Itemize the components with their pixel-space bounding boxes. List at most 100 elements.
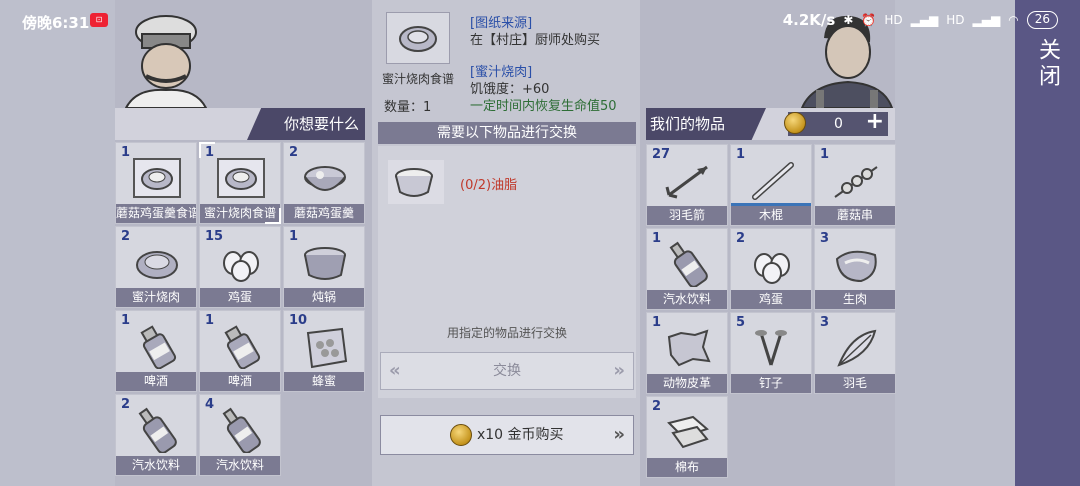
exchange-label: 交换 <box>493 363 521 379</box>
item-quantity: 2 <box>736 231 746 246</box>
wanted-item-slot[interactable]: 10 蜂蜜 <box>283 310 365 392</box>
recipe-quantity: 数量：1 <box>384 100 432 115</box>
item-name: 生肉 <box>815 290 895 309</box>
eggs-icon <box>754 253 790 284</box>
add-coins-button[interactable]: + <box>866 110 884 134</box>
wanted-item-slot[interactable]: 2 蜜汁烧肉 <box>115 226 197 308</box>
soda-bottle-icon <box>669 241 708 287</box>
wanted-item-slot[interactable]: 4 汽水饮料 <box>199 394 281 476</box>
roast-meat-icon <box>136 251 178 279</box>
item-name: 汽水饮料 <box>647 290 727 309</box>
item-name: 羽毛 <box>815 374 895 393</box>
beer-bottle-icon <box>140 325 177 369</box>
item-quantity: 5 <box>736 315 746 330</box>
item-name: 汽水饮料 <box>116 456 196 475</box>
buy-with-coins-button[interactable]: x10 金币购买 » <box>380 415 634 455</box>
background-right <box>895 0 1020 486</box>
status-time: 傍晚6:31 <box>22 14 90 32</box>
our-item-slot[interactable]: 3 生肉 <box>814 228 896 310</box>
hd2-icon: HD <box>946 13 965 27</box>
exchange-button[interactable]: « 交换 » <box>380 352 634 390</box>
honeycomb-icon <box>306 327 348 369</box>
our-item-slot[interactable]: 1 动物皮革 <box>646 312 728 394</box>
bluetooth-icon: ✱ <box>843 13 854 27</box>
coin-icon <box>450 424 473 446</box>
wanted-item-slot[interactable]: 15 鸡蛋 <box>199 226 281 308</box>
item-name: 钉子 <box>731 374 811 393</box>
wanted-item-slot[interactable]: 1 啤酒 <box>115 310 197 392</box>
our-items-title: 我们的物品 <box>646 108 766 140</box>
our-item-slot[interactable]: 2 棉布 <box>646 396 728 478</box>
nails-icon <box>755 330 787 366</box>
recipe-scroll-icon <box>217 158 265 198</box>
recipe-scroll-icon <box>133 158 181 198</box>
status-icons: 4.2K/s ✱ ⏰ HD ▂▄▆ HD ▂▄▆ ◠ 26 <box>783 11 1058 29</box>
chevron-right-icon: » <box>613 424 625 445</box>
close-button[interactable]: 关闭 <box>1033 38 1063 108</box>
our-items-header: 我们的物品 0 + <box>646 108 895 140</box>
requirement-header: 需要以下物品进行交换 <box>378 122 636 144</box>
background-left <box>0 0 115 486</box>
trade-detail-panel: 蜜汁烧肉食谱 数量：1 [图纸来源] 在【村庄】厨师处购买 [蜜汁烧肉] 饥饿度… <box>372 0 640 486</box>
wanted-items-title: 你想要什么 <box>247 108 365 140</box>
item-quantity: 1 <box>121 313 131 328</box>
wanted-items-grid: 1 蘑菇鸡蛋羹食谱 1 蜜汁烧肉食谱 2 蘑菇鸡蛋羹 2 蜜汁烧肉 15 鸡蛋 1 炖锅 1 啤酒 1 啤酒 1… <box>115 142 365 476</box>
item-quantity: 2 <box>652 399 662 414</box>
net-speed: 4.2K/s <box>782 11 836 29</box>
app-notification-icon: ⊡ <box>90 13 108 27</box>
item-name: 蘑菇鸡蛋羹食谱 <box>116 204 196 223</box>
hd-icon: HD <box>884 13 903 27</box>
our-item-slot[interactable]: 3 羽毛 <box>814 312 896 394</box>
item-quantity: 3 <box>820 315 830 330</box>
item-quantity: 4 <box>205 397 215 412</box>
item-quantity: 1 <box>205 145 215 160</box>
item-quantity: 1 <box>652 231 662 246</box>
grease-icon <box>388 160 444 204</box>
leather-icon <box>667 329 711 367</box>
soda-bottle-icon <box>222 407 261 453</box>
our-item-slot[interactable]: 2 鸡蛋 <box>730 228 812 310</box>
item-quantity: 1 <box>289 229 299 244</box>
item-quantity: 2 <box>121 397 131 412</box>
item-name: 蜂蜜 <box>284 372 364 391</box>
alarm-icon: ⏰ <box>861 13 877 27</box>
item-name: 蘑菇串 <box>815 206 895 225</box>
item-name: 蘑菇鸡蛋羹 <box>284 204 364 223</box>
our-item-slot[interactable]: 1 木棍 <box>730 144 812 226</box>
exchange-hint: 用指定的物品进行交换 <box>446 326 567 340</box>
stick-icon <box>752 162 794 200</box>
item-name: 动物皮革 <box>647 374 727 393</box>
our-item-slot[interactable]: 1 汽水饮料 <box>646 228 728 310</box>
item-name: 蜜汁烧肉 <box>116 288 196 307</box>
eggs-icon <box>223 251 259 282</box>
item-name: 啤酒 <box>116 372 196 391</box>
chevron-right-icon: » <box>613 360 625 381</box>
beer-bottle-icon <box>224 325 261 369</box>
our-item-slot[interactable]: 5 钉子 <box>730 312 812 394</box>
wanted-item-slot[interactable]: 1 蜜汁烧肉食谱 <box>199 142 281 224</box>
item-name: 蜜汁烧肉食谱 <box>200 204 280 223</box>
our-item-slot[interactable]: 27 羽毛箭 <box>646 144 728 226</box>
wanted-item-slot[interactable]: 2 汽水饮料 <box>115 394 197 476</box>
mushroom-skewer-icon <box>834 166 878 198</box>
wanted-items-header: 你想要什么 <box>115 108 365 140</box>
our-items-grid: 27 羽毛箭 1 木棍 1 蘑菇串 1 汽水饮料 2 鸡蛋 3 生肉 1 动物皮革 5 钉子 3 羽毛 2 棉布 <box>646 144 896 478</box>
our-item-slot[interactable]: 1 蘑菇串 <box>814 144 896 226</box>
coin-count: 0 <box>834 116 843 132</box>
item-name: 棉布 <box>647 458 727 477</box>
wanted-item-slot[interactable]: 1 炖锅 <box>283 226 365 308</box>
soda-bottle-icon <box>138 407 177 453</box>
item-quantity: 1 <box>121 145 131 160</box>
wanted-item-slot[interactable]: 1 啤酒 <box>199 310 281 392</box>
feather-icon <box>837 329 877 367</box>
cloth-icon <box>667 415 709 449</box>
item-name: 啤酒 <box>200 372 280 391</box>
item-quantity: 1 <box>652 315 662 330</box>
item-name: 鸡蛋 <box>731 290 811 309</box>
wanted-item-slot[interactable]: 2 蘑菇鸡蛋羹 <box>283 142 365 224</box>
wanted-item-slot[interactable]: 1 蘑菇鸡蛋羹食谱 <box>115 142 197 224</box>
buy-label: x10 金币购买 <box>476 427 564 443</box>
chevron-left-icon: « <box>389 360 401 381</box>
close-bar: 关闭 <box>1015 0 1080 486</box>
item-name: 鸡蛋 <box>200 288 280 307</box>
